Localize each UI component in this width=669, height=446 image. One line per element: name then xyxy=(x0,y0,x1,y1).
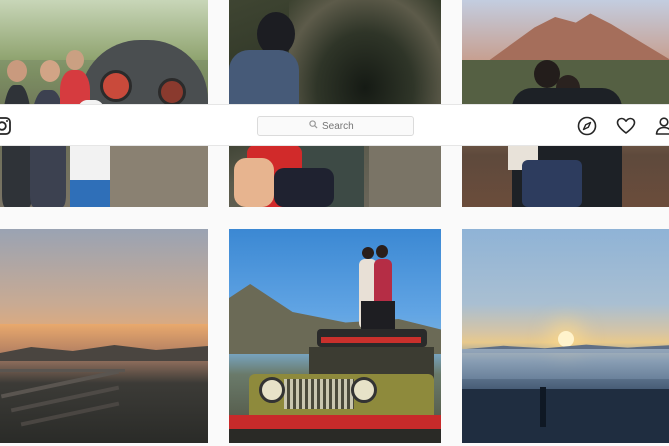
compass-icon[interactable] xyxy=(577,116,597,136)
round-window xyxy=(100,70,132,102)
legs xyxy=(361,301,395,329)
round-window xyxy=(158,78,186,106)
person-head xyxy=(376,245,388,258)
heart-icon[interactable] xyxy=(616,116,636,136)
person-icon[interactable] xyxy=(654,116,669,136)
shorts xyxy=(274,168,334,207)
wooden-deck xyxy=(0,369,125,443)
rock xyxy=(369,140,441,207)
tower xyxy=(540,387,546,427)
headlight xyxy=(351,377,377,403)
foreground xyxy=(462,389,669,443)
jeans xyxy=(522,160,582,207)
cave-opening xyxy=(289,0,441,110)
arm xyxy=(234,158,274,207)
grille xyxy=(284,379,354,409)
search-icon xyxy=(309,120,318,132)
post-thumbnail-6[interactable] xyxy=(462,229,669,443)
tires xyxy=(229,429,441,443)
person-head xyxy=(7,60,27,82)
top-navbar xyxy=(0,104,669,146)
blue-jacket xyxy=(229,50,299,110)
bumper xyxy=(229,415,441,429)
roof-stripe xyxy=(321,337,421,343)
search-field[interactable] xyxy=(322,120,362,132)
blue-shorts xyxy=(70,180,112,207)
person-head xyxy=(40,60,60,82)
ground xyxy=(110,145,208,207)
sea-of-clouds xyxy=(462,349,669,379)
person-head xyxy=(362,247,374,259)
search-input[interactable] xyxy=(257,116,414,136)
headlight xyxy=(259,377,285,403)
post-thumbnail-5[interactable] xyxy=(229,229,441,443)
post-thumbnail-4[interactable] xyxy=(0,229,208,443)
instagram-glyph-icon[interactable] xyxy=(0,116,12,136)
person-head xyxy=(66,50,84,70)
sun xyxy=(558,331,574,347)
